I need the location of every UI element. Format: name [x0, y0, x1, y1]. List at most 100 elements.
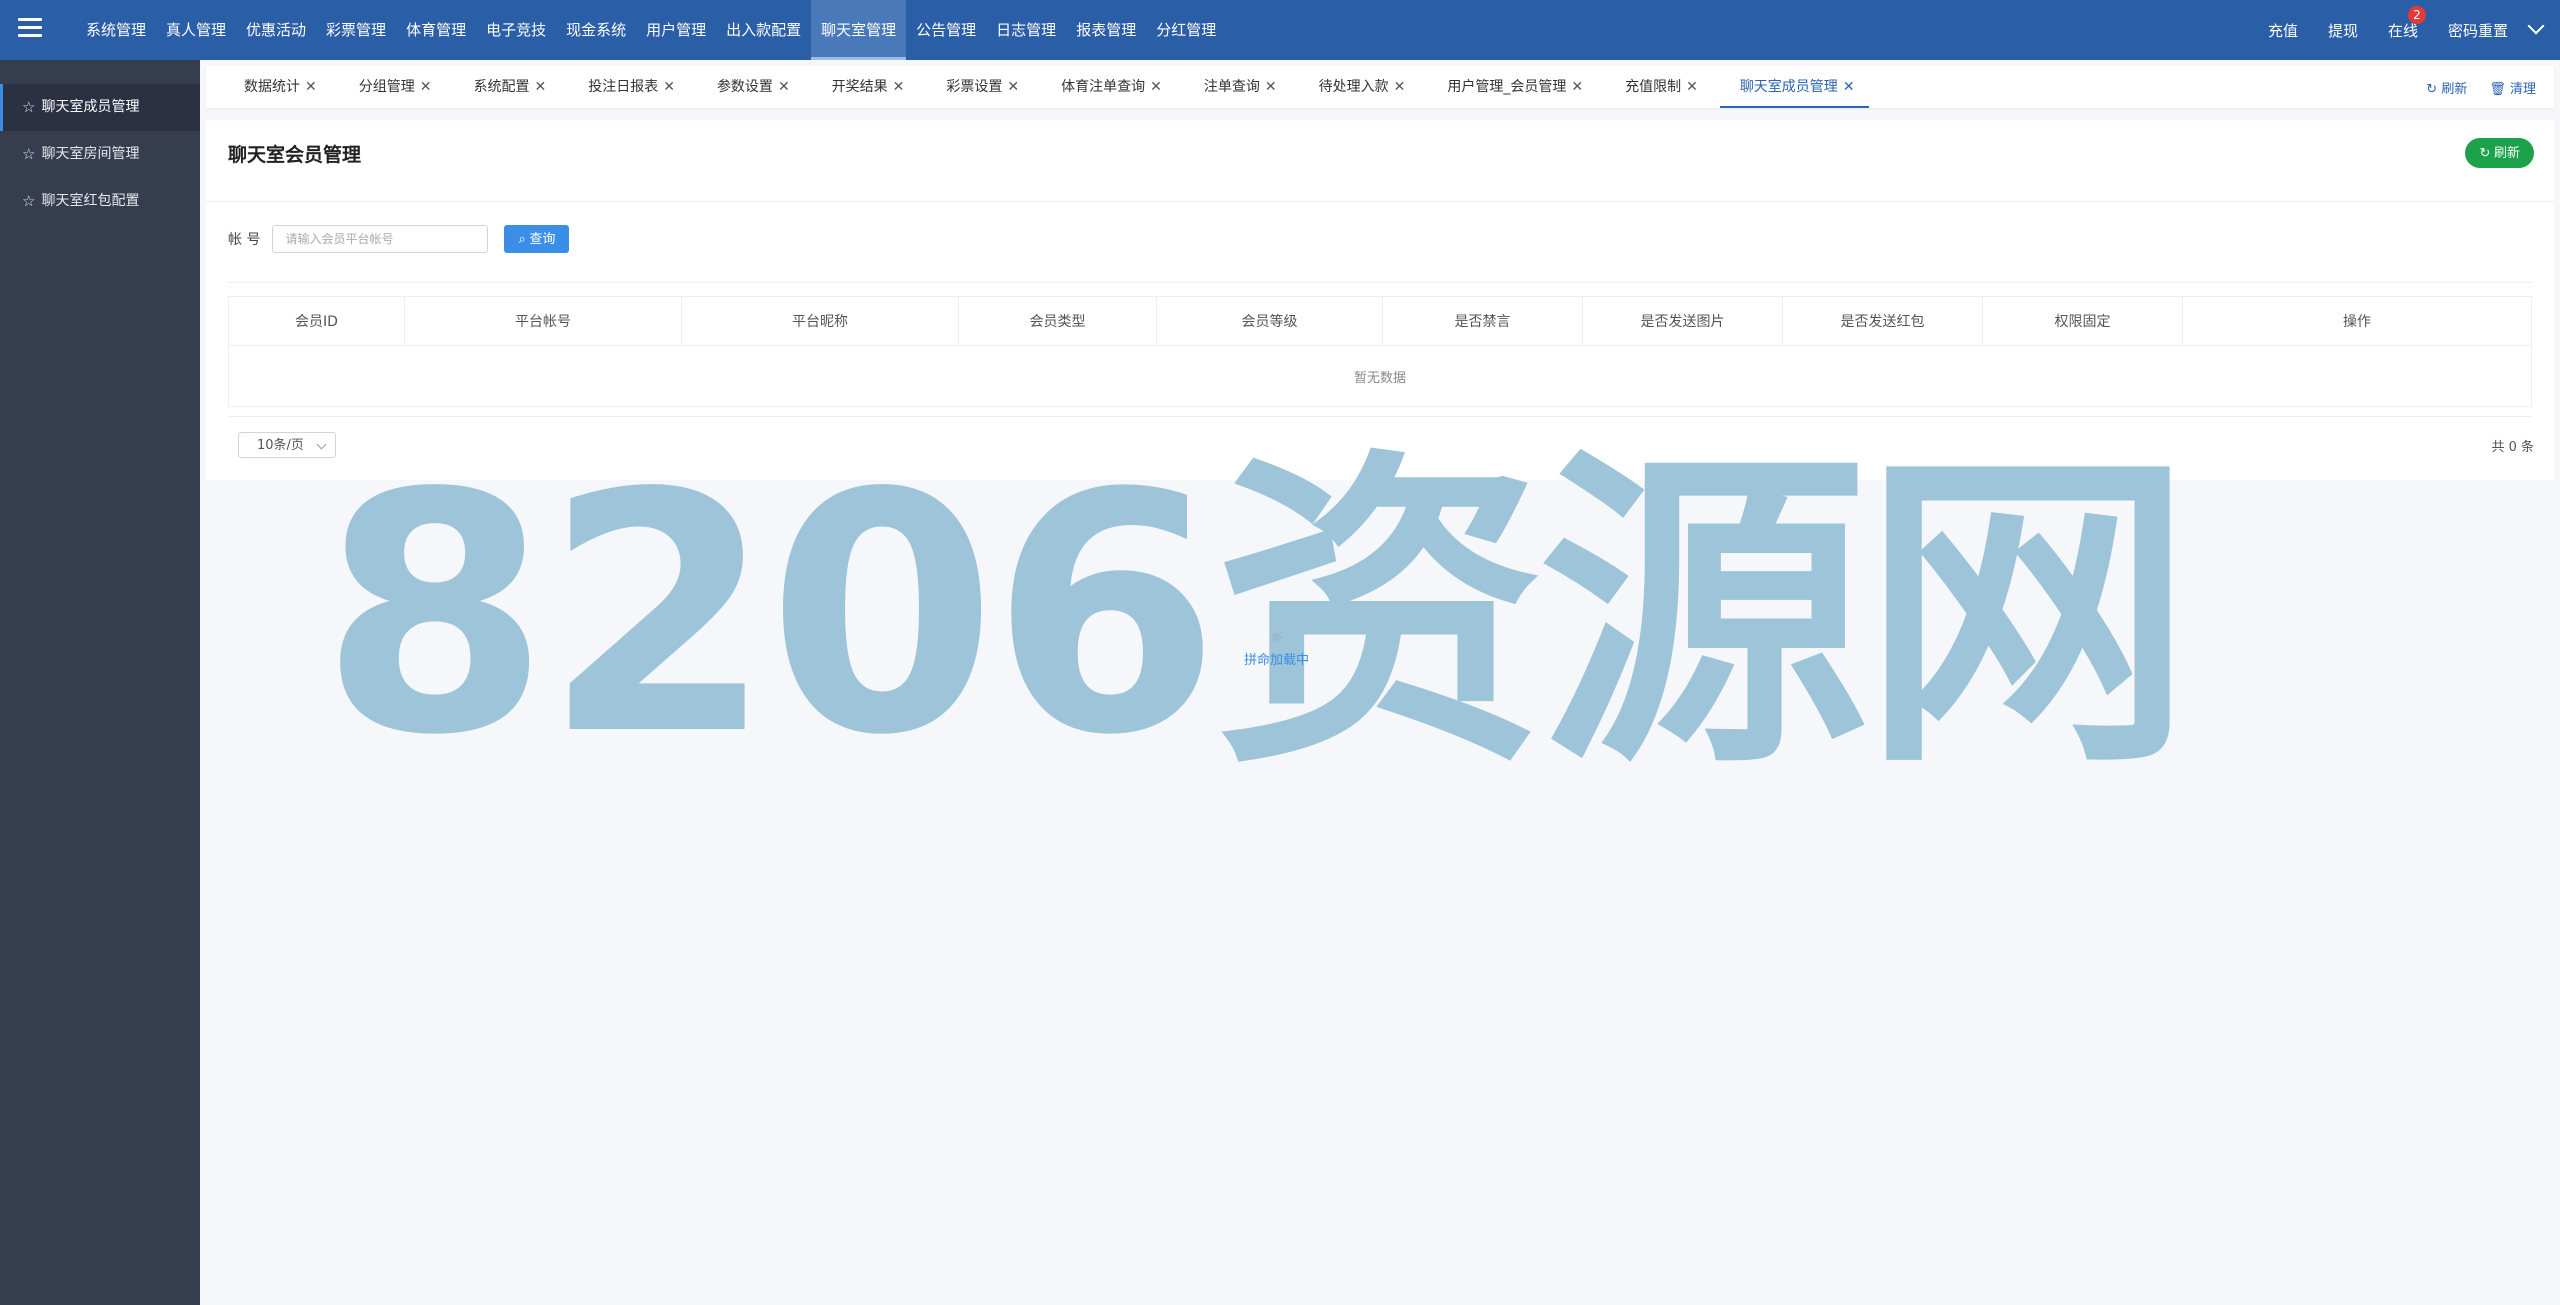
tab-draw-results[interactable]: 开奖结果 ✕	[812, 66, 919, 108]
tab-pending-deposits[interactable]: 待处理入款 ✕	[1299, 66, 1420, 108]
nav-item-logs[interactable]: 日志管理	[986, 0, 1066, 60]
tabs-refresh-label: 刷新	[2441, 81, 2468, 97]
tabs-clear-label: 清理	[2509, 81, 2536, 97]
withdraw-link[interactable]: 提现	[2328, 20, 2358, 41]
col-member-type: 会员类型	[958, 296, 1157, 346]
tab-system-config[interactable]: 系统配置 ✕	[453, 66, 560, 108]
loading-text: 拼命加载中	[1244, 653, 1310, 668]
close-icon[interactable]: ✕	[1843, 79, 1855, 95]
tab-member-management[interactable]: 用户管理_会员管理 ✕	[1427, 66, 1597, 108]
tab-label: 体育注单查询	[1061, 79, 1146, 95]
account-label: 帐 号	[228, 232, 261, 248]
close-icon[interactable]: ✕	[1571, 79, 1583, 95]
col-send-images: 是否发送图片	[1582, 296, 1783, 346]
refresh-button-label: 刷新	[2493, 145, 2520, 160]
query-button[interactable]: ⌕ 查询	[504, 225, 570, 253]
sidebar: ☆ 聊天室成员管理 ☆ 聊天室房间管理 ☆ 聊天室红包配置	[0, 60, 200, 1305]
tab-label: 投注日报表	[588, 79, 659, 95]
tab-data-stats[interactable]: 数据统计 ✕	[224, 66, 331, 108]
recharge-link[interactable]: 充值	[2268, 20, 2298, 41]
panel-header: 聊天室会员管理 ↻ 刷新	[206, 120, 2554, 202]
chevron-down-icon	[2527, 17, 2545, 34]
tabs-refresh-button[interactable]: ↻ 刷新	[2426, 78, 2467, 97]
nav-item-esports[interactable]: 电子竞技	[476, 0, 556, 60]
refresh-button[interactable]: ↻ 刷新	[2465, 138, 2534, 168]
tab-bet-query[interactable]: 注单查询 ✕	[1184, 66, 1291, 108]
close-icon[interactable]: ✕	[1265, 79, 1277, 95]
close-icon[interactable]: ✕	[778, 79, 790, 95]
close-icon[interactable]: ✕	[893, 79, 905, 95]
col-actions: 操作	[2182, 296, 2532, 346]
empty-state: 暂无数据	[228, 345, 2532, 407]
nav-item-deposit-config[interactable]: 出入款配置	[716, 0, 811, 60]
sidebar-item-chat-rooms[interactable]: ☆ 聊天室房间管理	[0, 131, 200, 178]
tab-params[interactable]: 参数设置 ✕	[697, 66, 804, 108]
refresh-icon: ↻	[2426, 81, 2438, 97]
sidebar-item-red-packet[interactable]: ☆ 聊天室红包配置	[0, 178, 200, 225]
sidebar-item-label: 聊天室成员管理	[41, 99, 140, 115]
nav-item-chatroom[interactable]: 聊天室管理	[811, 0, 907, 60]
tab-label: 聊天室成员管理	[1739, 79, 1838, 95]
refresh-icon: ↻	[2479, 145, 2491, 160]
close-icon[interactable]: ✕	[305, 79, 317, 95]
close-icon[interactable]: ✕	[1150, 79, 1162, 95]
table-row: 暂无数据	[228, 345, 2532, 407]
nav-item-lottery[interactable]: 彩票管理	[316, 0, 396, 60]
trash-icon: 🗑	[2489, 81, 2506, 97]
account-search-input[interactable]	[272, 225, 489, 253]
close-icon[interactable]: ✕	[1686, 79, 1698, 95]
tab-label: 充值限制	[1625, 79, 1682, 95]
tab-label: 彩票设置	[946, 79, 1003, 95]
close-icon[interactable]: ✕	[663, 79, 675, 95]
table-header-row: 会员ID 平台帐号 平台昵称 会员类型 会员等级 是否禁言 是否发送图片 是否发…	[228, 296, 2532, 346]
nav-item-system[interactable]: 系统管理	[76, 0, 156, 60]
sidebar-item-label: 聊天室红包配置	[41, 193, 140, 209]
tab-recharge-limit[interactable]: 充值限制 ✕	[1605, 66, 1712, 108]
user-menu[interactable]: 密码重置	[2448, 17, 2545, 41]
tab-label: 分组管理	[358, 79, 415, 95]
sidebar-item-chat-members[interactable]: ☆ 聊天室成员管理	[0, 84, 200, 131]
online-count-badge: 2	[2407, 5, 2426, 24]
tab-label: 待处理入款	[1318, 79, 1389, 95]
spinner-icon: ☼	[1269, 628, 1284, 647]
nav-item-announcements[interactable]: 公告管理	[906, 0, 986, 60]
open-tabs: 数据统计 ✕ 分组管理 ✕ 系统配置 ✕ 投注日报表 ✕ 参数设置 ✕ 开奖结果 ✕ 彩票设…	[224, 66, 1877, 108]
tab-actions: ↻ 刷新 🗑 清理	[2404, 66, 2536, 108]
tab-chat-members[interactable]: 聊天室成员管理 ✕	[1719, 66, 1869, 108]
star-icon: ☆	[22, 98, 36, 116]
menu-toggle-icon[interactable]	[18, 18, 42, 42]
nav-item-live[interactable]: 真人管理	[156, 0, 236, 60]
tab-label: 参数设置	[716, 79, 773, 95]
online-link[interactable]: 在线 2	[2388, 5, 2426, 41]
page-title: 聊天室会员管理	[228, 144, 362, 166]
top-navbar: 系统管理 真人管理 优惠活动 彩票管理 体育管理 电子竞技 现金系统 用户管理 …	[0, 0, 2560, 60]
nav-item-reports[interactable]: 报表管理	[1066, 0, 1146, 60]
nav-item-users[interactable]: 用户管理	[636, 0, 716, 60]
close-icon[interactable]: ✕	[534, 79, 546, 95]
tab-label: 系统配置	[473, 79, 530, 95]
nav-item-dividends[interactable]: 分红管理	[1146, 0, 1226, 60]
page-size-value: 10条/页	[257, 438, 304, 453]
top-nav: 系统管理 真人管理 优惠活动 彩票管理 体育管理 电子竞技 现金系统 用户管理 …	[76, 0, 1226, 60]
nav-item-sports[interactable]: 体育管理	[396, 0, 476, 60]
tab-daily-report[interactable]: 投注日报表 ✕	[568, 66, 689, 108]
close-icon[interactable]: ✕	[1007, 79, 1019, 95]
members-table: 会员ID 平台帐号 平台昵称 会员类型 会员等级 是否禁言 是否发送图片 是否发…	[228, 296, 2532, 407]
tabs-clear-button[interactable]: 🗑 清理	[2489, 78, 2536, 97]
search-icon: ⌕	[518, 231, 526, 246]
tab-groups[interactable]: 分组管理 ✕	[339, 66, 446, 108]
star-icon: ☆	[22, 145, 36, 163]
divider	[228, 416, 2532, 417]
close-icon[interactable]: ✕	[1394, 79, 1406, 95]
tab-sports-bets[interactable]: 体育注单查询 ✕	[1041, 66, 1176, 108]
tab-label: 用户管理_会员管理	[1447, 79, 1567, 95]
close-icon[interactable]: ✕	[420, 79, 432, 95]
nav-item-promotions[interactable]: 优惠活动	[236, 0, 316, 60]
col-muted: 是否禁言	[1382, 296, 1583, 346]
col-send-red-packets: 是否发送红包	[1782, 296, 1983, 346]
nav-item-cash[interactable]: 现金系统	[556, 0, 636, 60]
tab-label: 注单查询	[1203, 79, 1260, 95]
col-platform-account: 平台帐号	[404, 296, 682, 346]
tab-lottery-settings[interactable]: 彩票设置 ✕	[926, 66, 1033, 108]
tab-bar: 数据统计 ✕ 分组管理 ✕ 系统配置 ✕ 投注日报表 ✕ 参数设置 ✕ 开奖结果 ✕ 彩票设…	[206, 66, 2554, 108]
